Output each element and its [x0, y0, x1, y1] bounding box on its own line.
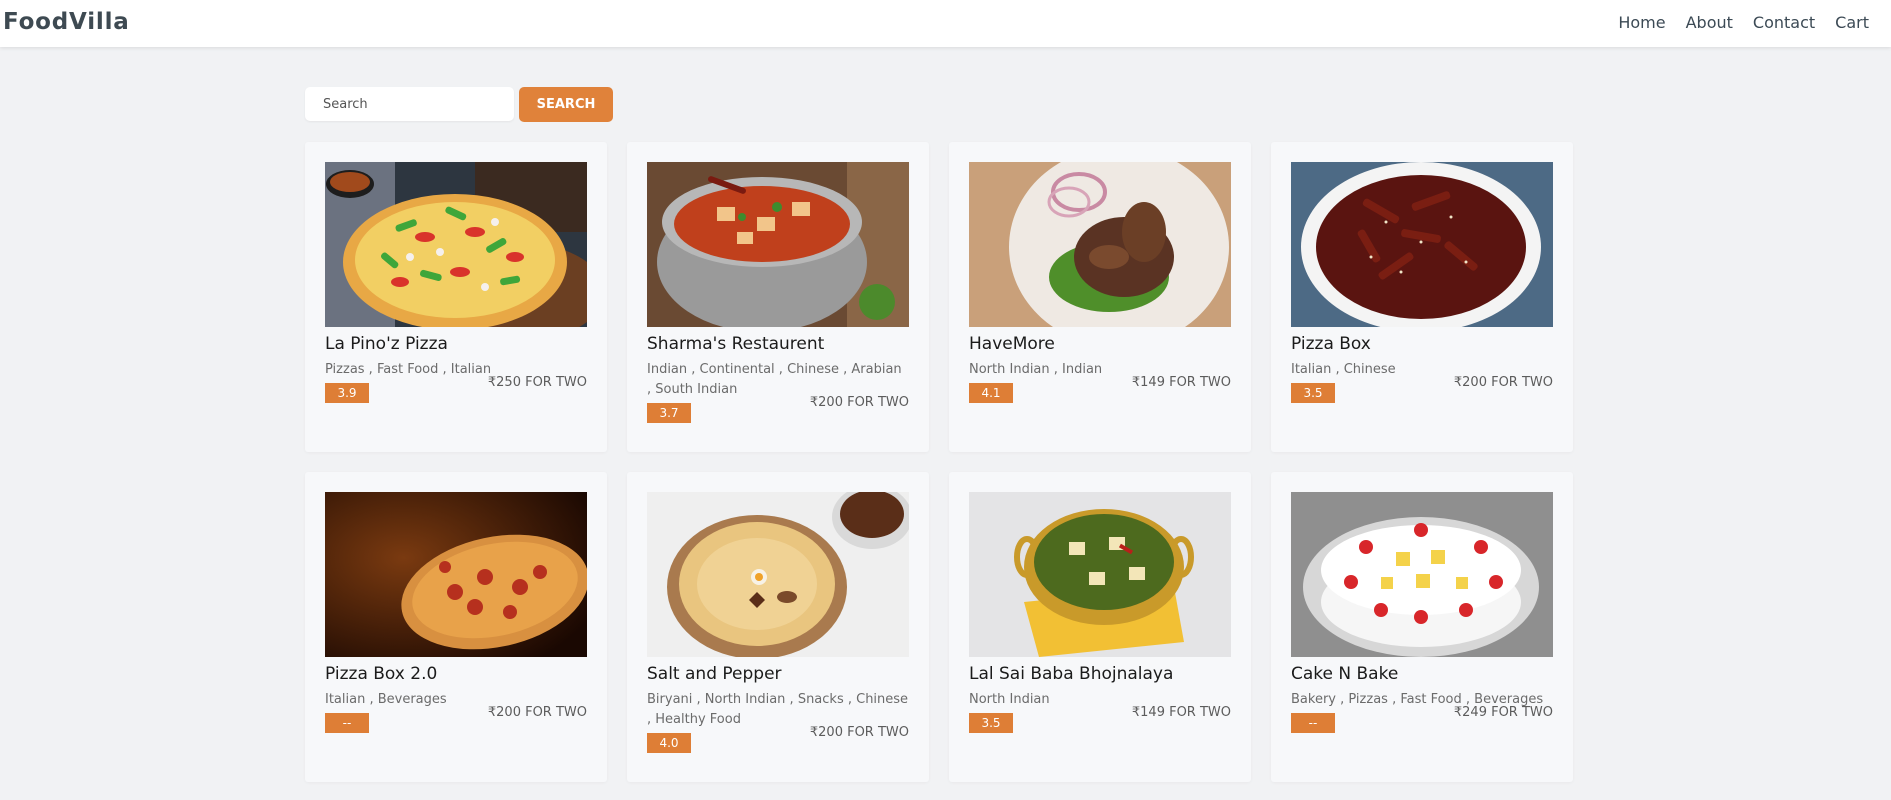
navbar: FoodVilla Home About Contact Cart — [0, 0, 1891, 47]
restaurant-cuisines: Biryani , North Indian , Snacks , Chines… — [647, 692, 909, 727]
restaurant-name: Lal Sai Baba Bhojnalaya — [969, 664, 1174, 684]
restaurant-image — [969, 162, 1231, 327]
restaurant-card[interactable]: La Pino'z Pizza Pizzas , Fast Food , Ita… — [305, 142, 607, 452]
restaurant-cuisines: Indian , Continental , Chinese , Arabian… — [647, 362, 902, 397]
restaurant-image — [647, 492, 909, 657]
price-for-two: ₹200 FOR TWO — [809, 395, 909, 410]
restaurant-name: HaveMore — [969, 334, 1055, 354]
nav-cart-link[interactable]: Cart — [1835, 13, 1869, 32]
rating-badge: 3.5 — [1291, 383, 1335, 403]
search-button[interactable]: SEARCH — [519, 87, 613, 122]
restaurant-name: Pizza Box — [1291, 334, 1371, 354]
price-for-two: ₹200 FOR TWO — [1453, 375, 1553, 390]
restaurant-card[interactable]: Pizza Box Italian , Chinese 3.5 ₹200 FOR… — [1271, 142, 1573, 452]
restaurant-image — [325, 162, 587, 327]
restaurant-card[interactable]: Salt and Pepper Biryani , North Indian ,… — [627, 472, 929, 782]
restaurant-image — [969, 492, 1231, 657]
restaurant-card[interactable]: Sharma's Restaurent Indian , Continental… — [627, 142, 929, 452]
search-input[interactable] — [305, 87, 514, 121]
logo[interactable]: FoodVilla — [3, 9, 130, 35]
price-for-two: ₹149 FOR TWO — [1131, 705, 1231, 720]
rating-badge: -- — [1291, 713, 1335, 733]
restaurant-name: Pizza Box 2.0 — [325, 664, 438, 684]
restaurant-grid: La Pino'z Pizza Pizzas , Fast Food , Ita… — [305, 142, 1573, 782]
restaurant-image — [1291, 492, 1553, 657]
price-for-two: ₹250 FOR TWO — [487, 375, 587, 390]
price-for-two: ₹200 FOR TWO — [809, 725, 909, 740]
restaurant-card[interactable]: Lal Sai Baba Bhojnalaya North Indian 3.5… — [949, 472, 1251, 782]
restaurant-image — [647, 162, 909, 327]
rating-badge: 3.9 — [325, 383, 369, 403]
restaurant-image — [1291, 162, 1553, 327]
nav-about-link[interactable]: About — [1686, 13, 1733, 32]
restaurant-name: Sharma's Restaurent — [647, 334, 825, 354]
restaurant-name: La Pino'z Pizza — [325, 334, 448, 354]
rating-badge: 4.1 — [969, 383, 1013, 403]
rating-badge: 4.0 — [647, 733, 691, 753]
nav-links: Home About Contact Cart — [1618, 13, 1869, 32]
nav-contact-link[interactable]: Contact — [1753, 13, 1815, 32]
rating-badge: -- — [325, 713, 369, 733]
price-for-two: ₹149 FOR TWO — [1131, 375, 1231, 390]
price-for-two: ₹200 FOR TWO — [487, 705, 587, 720]
restaurant-name: Salt and Pepper — [647, 664, 782, 684]
restaurant-card[interactable]: Pizza Box 2.0 Italian , Beverages -- ₹20… — [305, 472, 607, 782]
rating-badge: 3.5 — [969, 713, 1013, 733]
restaurant-card[interactable]: HaveMore North Indian , Indian 4.1 ₹149 … — [949, 142, 1251, 452]
restaurant-image — [325, 492, 587, 657]
nav-home-link[interactable]: Home — [1618, 13, 1665, 32]
restaurant-card[interactable]: Cake N Bake Bakery , Pizzas , Fast Food … — [1271, 472, 1573, 782]
price-for-two: ₹249 FOR TWO — [1453, 705, 1553, 720]
restaurant-name: Cake N Bake — [1291, 664, 1399, 684]
rating-badge: 3.7 — [647, 403, 691, 423]
